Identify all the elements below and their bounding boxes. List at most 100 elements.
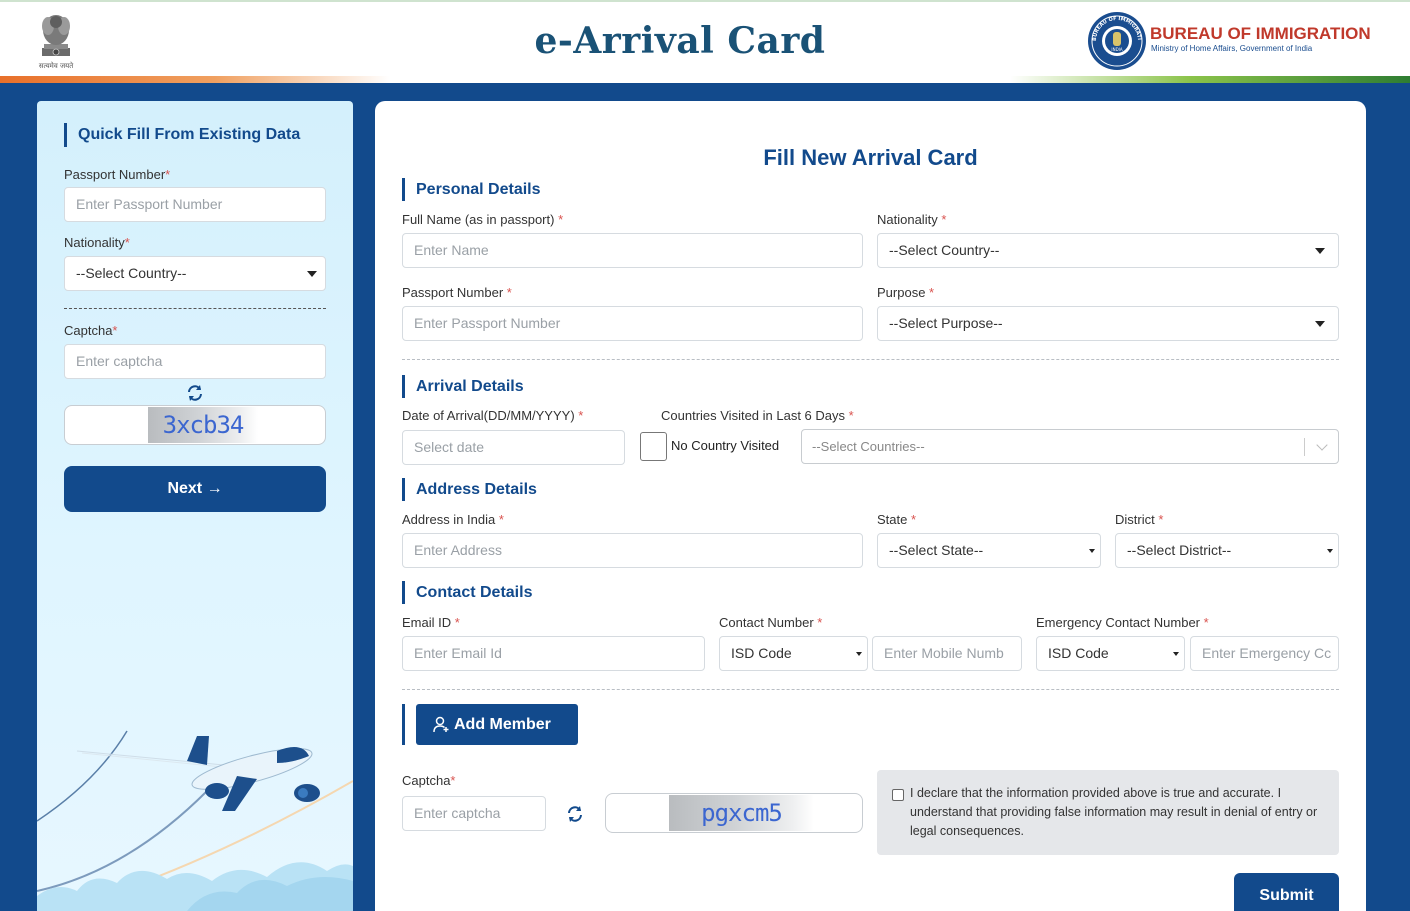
required-mark: * — [578, 408, 584, 423]
email-input[interactable]: Enter Email Id — [402, 636, 705, 671]
quick-nationality-label: Nationality* — [64, 235, 130, 250]
section-address-details: Address Details — [402, 478, 537, 501]
required-mark: * — [929, 285, 935, 300]
address-label-text: Address in India — [402, 512, 496, 527]
agency-logo: BUREAU OF IMMIGRATION · MINISTRY OF HOME… — [1083, 6, 1386, 72]
nationality-value: --Select Country-- — [889, 242, 1000, 258]
purpose-select[interactable]: --Select Purpose-- — [877, 306, 1339, 341]
address-input[interactable]: Enter Address — [402, 533, 863, 568]
fullname-label-text: Full Name (as in passport) — [402, 212, 555, 227]
page-header: सत्यमेव जयते e-Arrival Card BUREAU OF IM… — [0, 0, 1410, 85]
required-mark: * — [165, 167, 171, 182]
agency-seal-icon: BUREAU OF IMMIGRATION · MINISTRY OF HOME… — [1083, 6, 1146, 70]
arrival-date-label: Date of Arrival(DD/MM/YYYY) * — [402, 408, 583, 423]
submit-button[interactable]: Submit — [1234, 873, 1339, 911]
add-user-icon — [433, 716, 449, 733]
airplane-illustration — [37, 730, 353, 911]
emergency-contact-label: Emergency Contact Number * — [1036, 615, 1209, 630]
no-country-label: No Country Visited — [671, 438, 780, 453]
arrival-date-input[interactable]: Select date — [402, 430, 625, 465]
section-arrival-details: Arrival Details — [402, 375, 524, 398]
emergency-number-input[interactable]: Enter Emergency Cc — [1190, 636, 1339, 671]
quick-fill-heading: Quick Fill From Existing Data — [64, 123, 300, 147]
divider — [402, 359, 1339, 360]
section-contact-details: Contact Details — [402, 581, 532, 604]
emergency-isd-code-value: ISD Code — [1048, 645, 1109, 661]
district-label: District * — [1115, 512, 1163, 527]
next-button[interactable]: Next → — [64, 466, 326, 512]
required-mark: * — [498, 512, 504, 527]
dropdown-caret-icon — [856, 652, 862, 656]
captcha-image: pgxcm5 — [669, 795, 814, 831]
district-value: --Select District-- — [1127, 542, 1232, 558]
multiselect-separator — [1304, 438, 1305, 456]
emergency-isd-code-select[interactable]: ISD Code — [1036, 636, 1185, 671]
quick-nationality-select[interactable]: --Select Country-- — [64, 256, 326, 291]
state-label: State * — [877, 512, 916, 527]
email-label-text: Email ID — [402, 615, 452, 630]
countries-value: --Select Countries-- — [812, 439, 925, 454]
quick-nationality-value: --Select Country-- — [76, 265, 187, 281]
nationality-select[interactable]: --Select Country-- — [877, 233, 1339, 268]
dropdown-caret-icon — [1315, 248, 1325, 254]
required-mark: * — [454, 615, 460, 630]
fullname-label: Full Name (as in passport) * — [402, 212, 563, 227]
refresh-captcha-icon[interactable] — [565, 804, 585, 824]
district-label-text: District — [1115, 512, 1155, 527]
purpose-label: Purpose * — [877, 285, 934, 300]
dropdown-caret-icon — [1315, 321, 1325, 327]
captcha-image: 3xcb34 — [148, 407, 258, 443]
address-label: Address in India * — [402, 512, 504, 527]
quick-fill-panel: Quick Fill From Existing Data Passport N… — [37, 101, 353, 911]
passport-input[interactable]: Enter Passport Number — [402, 306, 863, 341]
form-title: Fill New Arrival Card — [763, 145, 978, 170]
declaration-box: I declare that the information provided … — [877, 770, 1339, 855]
add-member-accent — [402, 704, 405, 745]
divider — [64, 308, 326, 309]
agency-seal-center: INDIA — [1111, 47, 1122, 52]
required-mark: * — [112, 323, 118, 338]
quick-nationality-label-text: Nationality — [64, 235, 125, 250]
quick-passport-label: Passport Number* — [64, 167, 170, 182]
email-label: Email ID * — [402, 615, 460, 630]
fullname-input[interactable]: Enter Name — [402, 233, 863, 268]
nationality-label-text: Nationality — [877, 212, 938, 227]
quick-captcha-input[interactable]: Enter captcha — [64, 344, 326, 379]
arrival-form-card: Fill New Arrival Card Personal Details F… — [375, 101, 1366, 911]
required-mark: * — [1203, 615, 1209, 630]
nationality-label: Nationality * — [877, 212, 946, 227]
section-personal-details: Personal Details — [402, 178, 541, 201]
dropdown-caret-icon — [1089, 549, 1095, 553]
purpose-label-text: Purpose — [877, 285, 926, 300]
quick-passport-input[interactable]: Enter Passport Number — [64, 187, 326, 222]
refresh-captcha-icon[interactable] — [185, 383, 205, 403]
no-country-checkbox[interactable] — [640, 432, 667, 461]
dropdown-caret-icon — [307, 271, 317, 277]
state-select[interactable]: --Select State-- — [877, 533, 1101, 568]
required-mark: * — [910, 512, 917, 527]
passport-label: Passport Number * — [402, 285, 512, 300]
declaration-text: I declare that the information provided … — [910, 786, 1318, 838]
required-mark: * — [1158, 512, 1164, 527]
agency-subtitle: Ministry of Home Affairs, Government of … — [1151, 44, 1313, 53]
isd-code-select[interactable]: ISD Code — [719, 636, 868, 671]
district-select[interactable]: --Select District-- — [1115, 533, 1339, 568]
mobile-number-input[interactable]: Enter Mobile Numb — [872, 636, 1022, 671]
passport-label-text: Passport Number — [402, 285, 504, 300]
contact-number-label-text: Contact Number — [719, 615, 814, 630]
dropdown-caret-icon — [1327, 549, 1333, 553]
required-mark: * — [450, 773, 456, 788]
form-captcha-label-text: Captcha — [402, 773, 451, 788]
countries-multiselect[interactable]: --Select Countries-- — [801, 429, 1339, 464]
emblem-caption: सत्यमेव जयते — [38, 62, 74, 70]
form-captcha-input[interactable]: Enter captcha — [402, 796, 546, 831]
required-mark: * — [941, 212, 947, 227]
isd-code-value: ISD Code — [731, 645, 792, 661]
declaration-checkbox[interactable] — [892, 789, 904, 801]
required-mark: * — [848, 408, 854, 423]
quick-captcha-label-text: Captcha — [64, 323, 113, 338]
required-mark: * — [817, 615, 823, 630]
dropdown-caret-icon — [1173, 652, 1179, 656]
add-member-button[interactable]: Add Member — [416, 704, 578, 745]
required-mark: * — [124, 235, 130, 250]
